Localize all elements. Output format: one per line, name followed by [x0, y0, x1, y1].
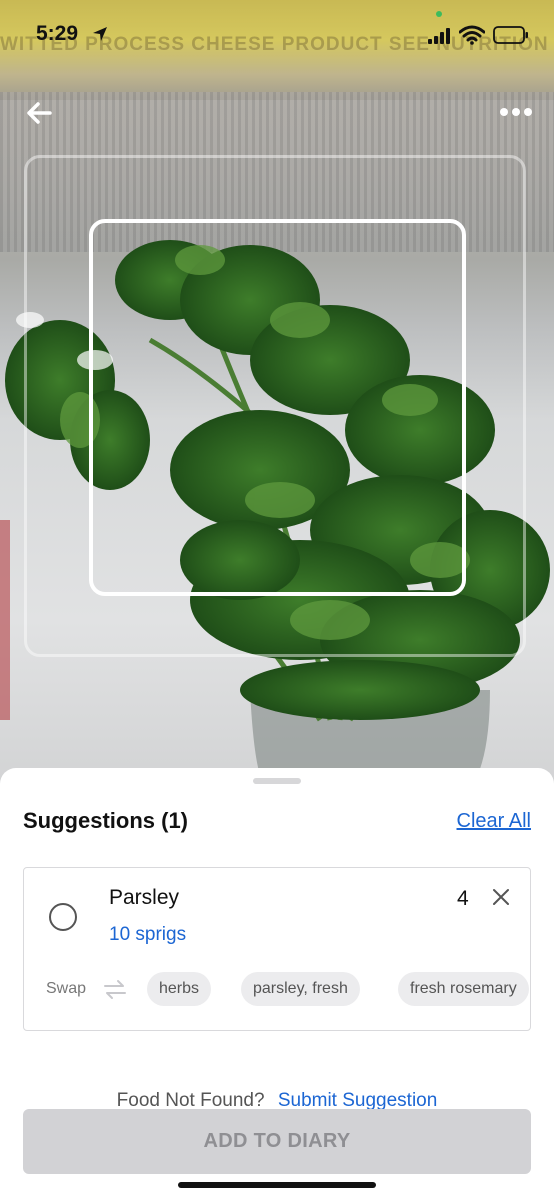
- close-icon[interactable]: [492, 888, 510, 906]
- food-name: Parsley: [109, 886, 180, 909]
- serving-size-link[interactable]: 10 sprigs: [109, 924, 186, 946]
- add-to-diary-button[interactable]: ADD TO DIARY: [23, 1109, 531, 1174]
- submit-suggestion-link[interactable]: Submit Suggestion: [278, 1090, 438, 1111]
- privacy-indicator-dot: [436, 11, 442, 17]
- signal-icon: [428, 28, 450, 44]
- location-arrow-icon: [93, 27, 107, 41]
- suggestion-card: Parsley 10 sprigs 4 Swap herbs parsley, …: [23, 867, 531, 1031]
- camera-preview: WITTED PROCESS CHEESE PRODUCT SEE NUTRIT…: [0, 0, 554, 790]
- swap-arrows-icon: [104, 980, 126, 999]
- suggestions-sheet: Suggestions (1) Clear All Parsley 10 spr…: [0, 768, 554, 1200]
- swap-option-chip[interactable]: fresh rosemary: [398, 972, 529, 1006]
- status-time: 5:29: [36, 22, 79, 45]
- food-not-found-label: Food Not Found?: [116, 1090, 265, 1111]
- home-indicator: [178, 1182, 376, 1188]
- quantity-value[interactable]: 4: [457, 887, 469, 911]
- swap-label: Swap: [46, 980, 87, 997]
- sheet-grabber-handle[interactable]: [253, 778, 301, 784]
- swap-option-chip[interactable]: herbs: [147, 972, 212, 1006]
- wifi-icon: [459, 25, 485, 45]
- suggestions-title: Suggestions (1): [23, 808, 189, 833]
- battery-icon: [493, 26, 528, 44]
- select-radio-button[interactable]: [49, 903, 77, 931]
- more-horizontal-icon[interactable]: [496, 100, 536, 124]
- status-bar: 5:29: [0, 0, 554, 70]
- back-arrow-icon[interactable]: [24, 96, 58, 130]
- swap-option-chip[interactable]: parsley, fresh: [241, 972, 360, 1006]
- scan-focus-frame: [89, 219, 466, 596]
- clear-all-link[interactable]: Clear All: [457, 810, 531, 833]
